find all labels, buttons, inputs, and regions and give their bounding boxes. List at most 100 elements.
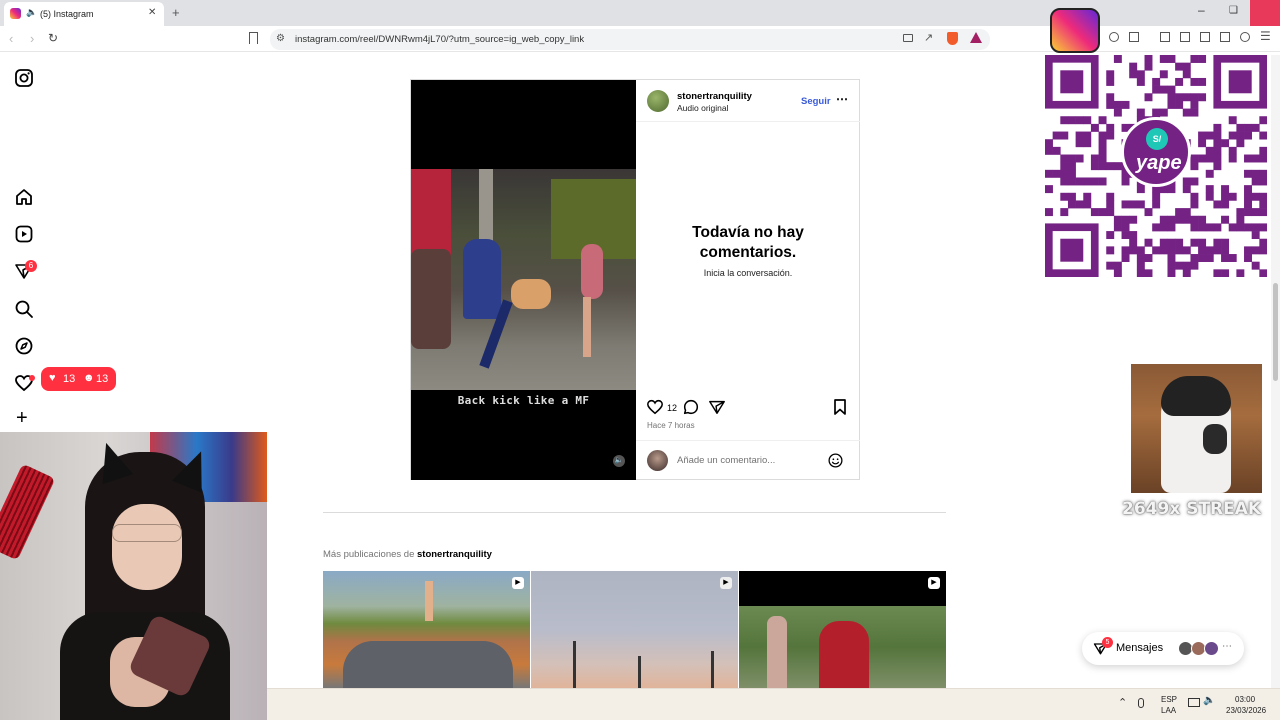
viewer-avatar (647, 450, 668, 471)
thumb-tarp (343, 641, 513, 688)
video-caption: Back kick like a MF (457, 394, 590, 407)
home-icon[interactable] (14, 187, 34, 207)
extension-icon[interactable] (1129, 32, 1139, 42)
thumb-figure-2 (767, 616, 787, 688)
tab-title: (5) Instagram (40, 9, 94, 19)
brave-shield-icon[interactable] (947, 32, 958, 45)
audio-label[interactable]: Audio original (677, 103, 729, 113)
likes-count: 13 (63, 373, 76, 385)
extension-icon[interactable] (1220, 32, 1230, 42)
thumb-pole (573, 641, 576, 688)
rewards-icon[interactable] (970, 32, 982, 43)
instagram-logo-icon[interactable] (14, 68, 34, 88)
create-icon[interactable]: + (16, 407, 28, 430)
streamer-face (112, 504, 182, 590)
figure-pink-legs (583, 297, 591, 357)
more-posts-heading: Más publicaciones de stonertranquility (323, 549, 492, 560)
yape-brand-text: yape (1136, 152, 1182, 174)
crowd (411, 249, 451, 349)
author-username[interactable]: stonertranquility (677, 91, 752, 102)
emoji-icon[interactable] (827, 452, 844, 469)
like-icon[interactable] (646, 398, 664, 416)
browser-tab[interactable]: 🔈 (5) Instagram ✕ (4, 2, 164, 26)
forward-icon[interactable]: › (30, 31, 34, 46)
cat-patch (1203, 424, 1227, 454)
explore-icon[interactable] (14, 336, 34, 356)
lang-top[interactable]: ESP (1161, 695, 1177, 704)
messages-badge: 5 (1102, 637, 1113, 648)
reel-video[interactable]: Back kick like a MF 🔈 (411, 80, 636, 480)
close-window-button[interactable] (1250, 0, 1280, 26)
more-options-icon[interactable]: ⋯ (836, 92, 848, 106)
volume-icon[interactable]: 🔈 (1203, 695, 1215, 706)
thumb-person (425, 581, 433, 621)
close-tab-icon[interactable]: ✕ (148, 7, 156, 18)
clock-date[interactable]: 23/03/2026 (1226, 706, 1266, 715)
streak-text: 2649x STREAK (1122, 499, 1262, 519)
activity-tooltip[interactable]: ♥ 13 ☻ 13 (41, 367, 116, 391)
yape-coin-icon: S/ (1146, 128, 1168, 150)
minimize-icon[interactable]: – (1198, 3, 1205, 17)
clock-time[interactable]: 03:00 (1235, 695, 1255, 704)
chat-avatar (1204, 641, 1219, 656)
os-taskbar: ⌃ ESP LAA 🔈 03:00 23/03/2026 (267, 688, 1280, 720)
thumb-figure-red (819, 621, 869, 688)
comment-input[interactable]: Añade un comentario... (677, 455, 775, 466)
post-time: Hace 7 horas (647, 421, 695, 430)
like-heart-icon: ♥ (49, 372, 56, 384)
extension-icon[interactable] (1160, 32, 1170, 42)
no-comments-title: Todavía no hay comentarios. (692, 224, 804, 261)
lang-bottom[interactable]: LAA (1161, 706, 1176, 715)
cast-icon[interactable] (903, 34, 913, 42)
post-thumbnail-3[interactable]: ▶ (739, 571, 946, 688)
like-count[interactable]: 12 (667, 403, 677, 413)
restore-icon[interactable]: ❑ (1229, 5, 1238, 16)
mute-icon[interactable]: 🔈 (613, 455, 625, 467)
thumb-pole-3 (711, 651, 714, 688)
tray-chevron-icon[interactable]: ⌃ (1118, 696, 1127, 709)
site-settings-icon[interactable]: ⚙ (276, 33, 285, 44)
more-posts-username[interactable]: stonertranquility (417, 549, 492, 560)
yape-logo: S/ yape (1121, 117, 1191, 187)
scrollbar-thumb[interactable] (1273, 283, 1278, 381)
followers-count: 13 (96, 373, 109, 385)
save-icon[interactable] (832, 398, 848, 416)
webcam-mic (0, 463, 56, 561)
share-post-icon[interactable] (708, 398, 726, 416)
post-header: stonertranquility Audio original Seguir … (636, 80, 860, 122)
follow-button[interactable]: Seguir (801, 96, 831, 107)
network-icon[interactable] (1188, 698, 1200, 707)
search-icon[interactable] (14, 299, 34, 319)
share-icon[interactable]: ↗ (924, 31, 933, 44)
speaker-icon[interactable]: 🔈 (26, 7, 37, 18)
new-tab-button[interactable]: + (172, 5, 180, 20)
more-posts-prefix: Más publicaciones de (323, 549, 415, 560)
instagram-favicon-icon (10, 8, 21, 19)
person-icon: ☻ (83, 372, 95, 384)
comment-icon[interactable] (682, 398, 700, 416)
bookmark-icon[interactable] (249, 32, 258, 44)
extension-icon[interactable] (1109, 32, 1119, 42)
extension-icon[interactable] (1200, 32, 1210, 42)
post-thumbnail-2[interactable]: ▶ (531, 571, 738, 688)
no-comments-subtitle: Inicia la conversación. (703, 268, 793, 278)
streamer-glasses (112, 524, 182, 542)
thumb-pole-2 (638, 656, 641, 688)
reload-icon[interactable]: ↻ (48, 31, 58, 45)
microphone-icon[interactable] (1138, 698, 1144, 708)
yape-qr-overlay: S/ yape (1045, 55, 1268, 278)
reels-icon[interactable] (14, 224, 34, 244)
cat-head-dark (1161, 376, 1231, 416)
figure-pink (581, 244, 603, 299)
author-avatar[interactable] (647, 90, 669, 112)
menu-icon[interactable]: ☰ (1260, 29, 1271, 43)
extension-icon[interactable] (1240, 32, 1250, 42)
extension-icon[interactable] (1180, 32, 1190, 42)
page-scrollbar[interactable] (1271, 55, 1280, 688)
post-thumbnail-1[interactable]: ▶ (323, 571, 530, 688)
url-input[interactable]: ⚙ instagram.com/reel/DWNRwm4jL70/?utm_so… (270, 29, 990, 50)
messages-pill[interactable]: 5 Mensajes ⋯ (1082, 632, 1244, 665)
section-divider (323, 512, 946, 513)
cat-gif-overlay (1131, 364, 1262, 493)
back-icon[interactable]: ‹ (9, 31, 13, 46)
